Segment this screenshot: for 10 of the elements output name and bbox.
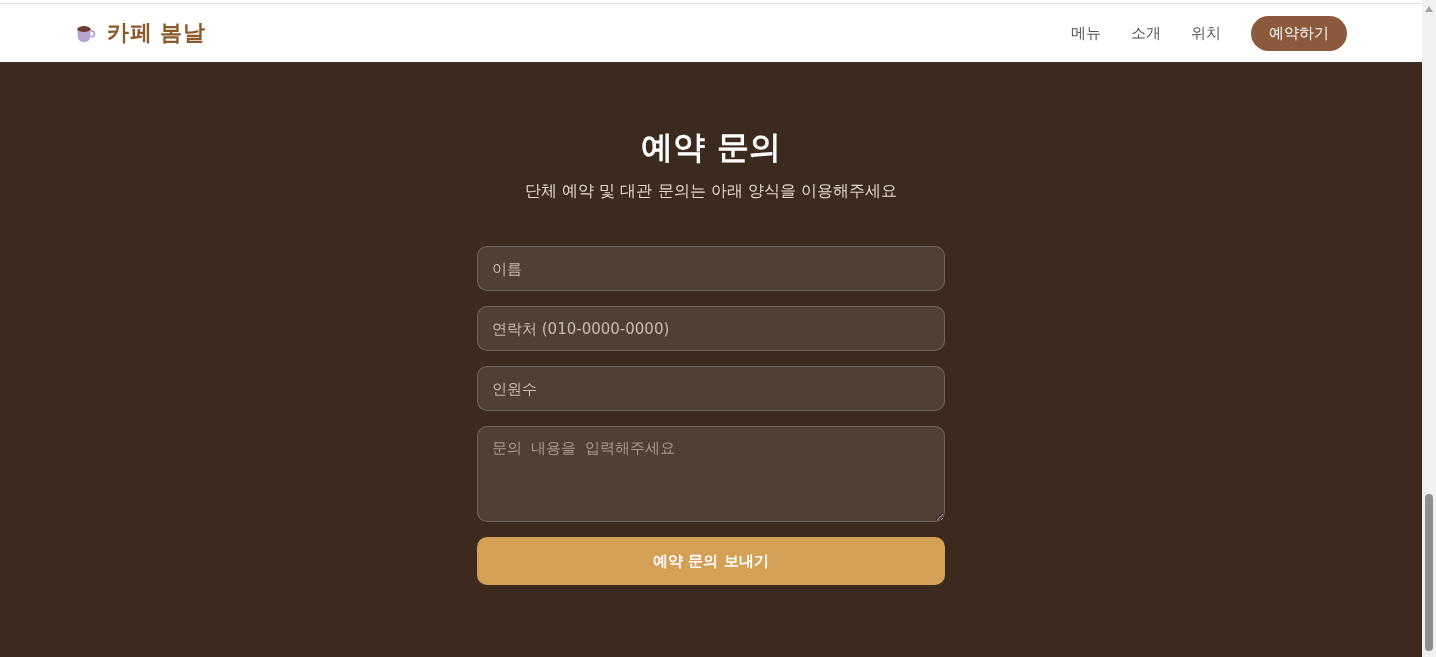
nav-link[interactable]: 메뉴 — [1071, 23, 1101, 43]
scroll-up-arrow-icon[interactable] — [1425, 6, 1433, 12]
scrollbar-track[interactable] — [1422, 0, 1436, 657]
logo-text: 카페 봄날 — [107, 19, 206, 47]
section-title: 예약 문의 — [641, 127, 781, 168]
scrollbar-thumb[interactable] — [1425, 494, 1433, 651]
section-subtitle: 단체 예약 및 대관 문의는 아래 양식을 이용해주세요 — [525, 180, 897, 202]
reserve-button[interactable]: 예약하기 — [1251, 15, 1347, 51]
nav-link[interactable]: 위치 — [1191, 23, 1221, 43]
nav-link[interactable]: 소개 — [1131, 23, 1161, 43]
